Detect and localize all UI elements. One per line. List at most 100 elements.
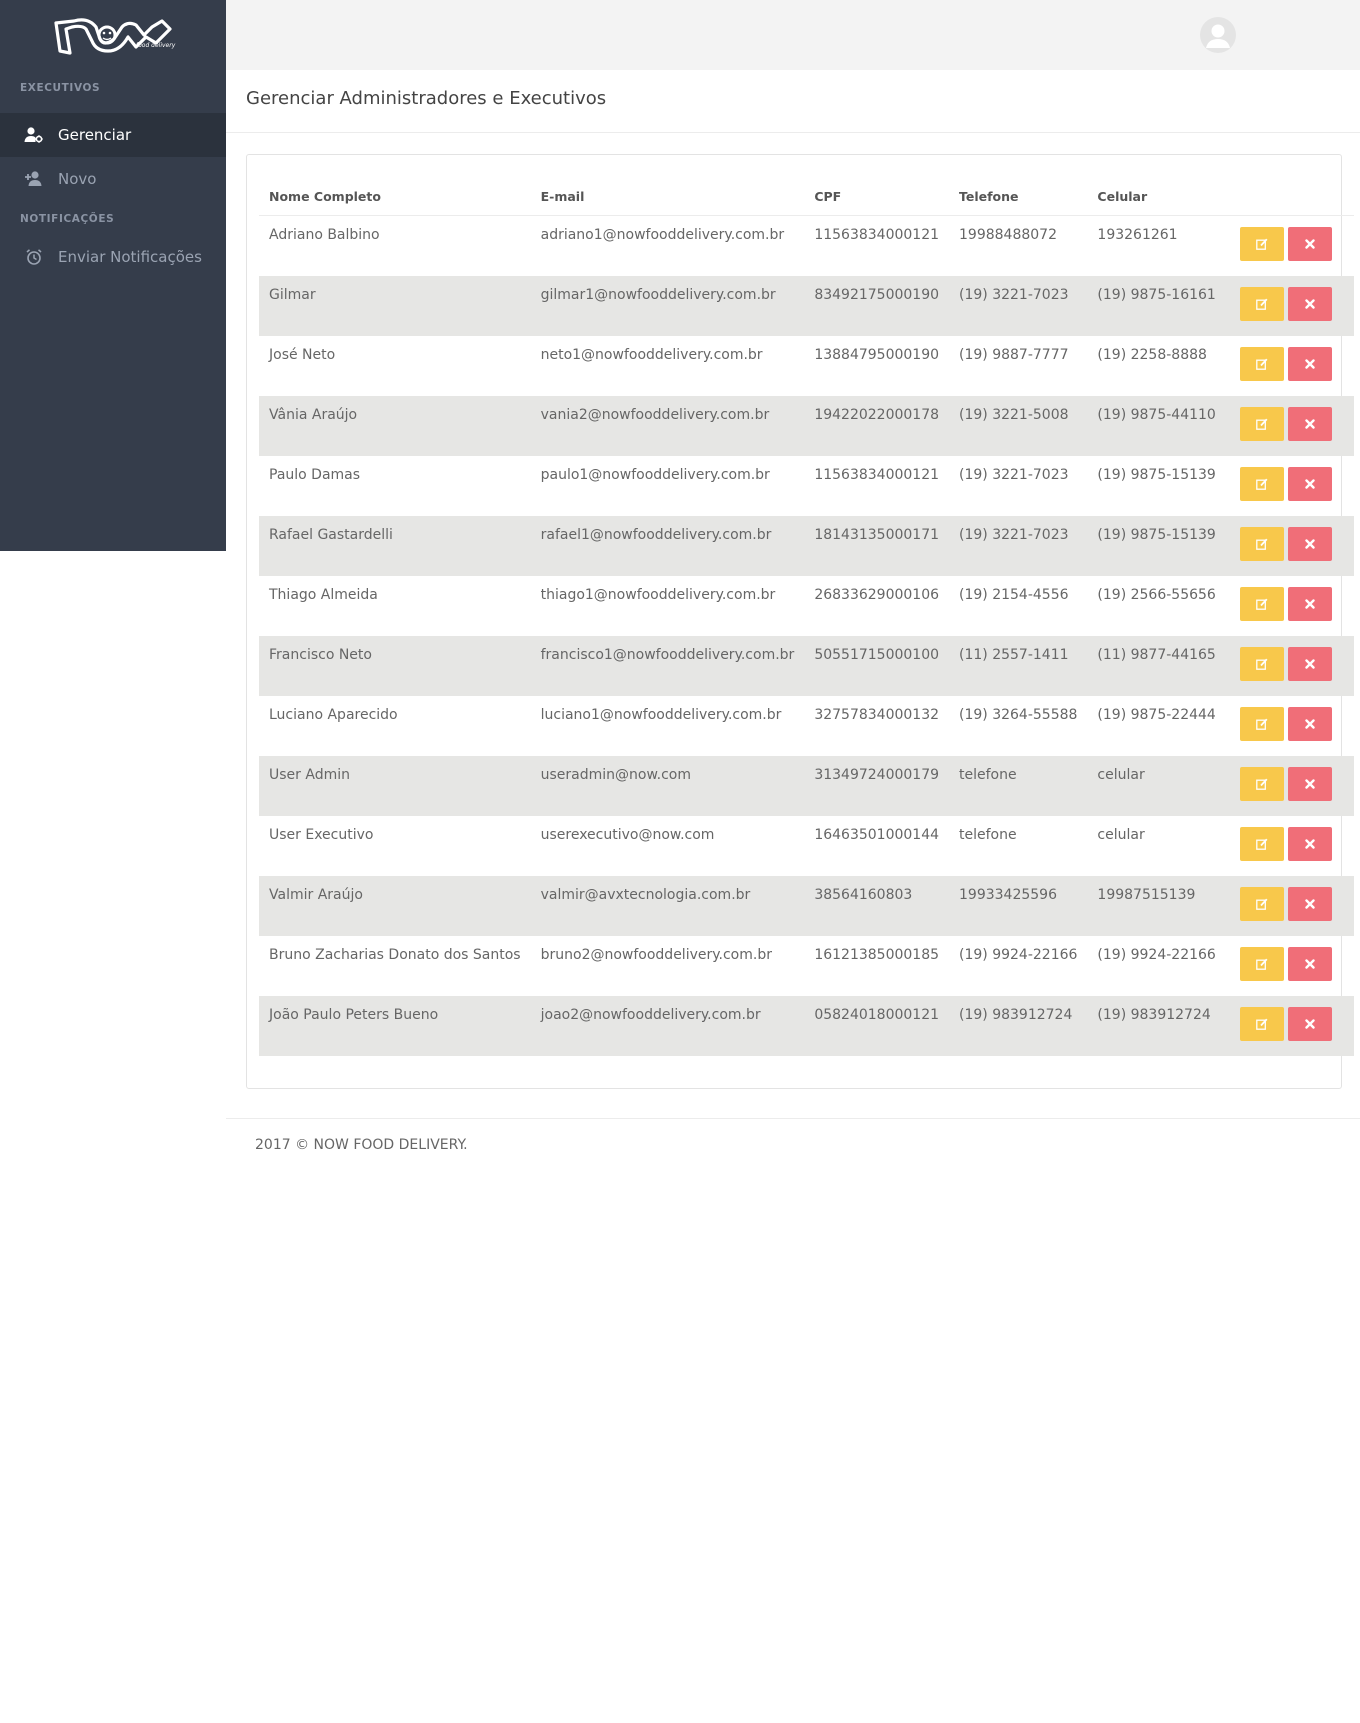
top-bar	[226, 0, 1360, 70]
cell-cpf: 50551715000100	[804, 635, 950, 696]
cell-email: neto1@nowfooddelivery.com.br	[540, 346, 763, 363]
cell-celular: (19) 9875-15139	[1097, 466, 1216, 483]
table-row: Paulo Damas paulo1@nowfooddelivery.com.br…	[259, 456, 1354, 516]
row-actions	[1226, 216, 1354, 276]
column-header-cpf[interactable]: CPF	[804, 177, 950, 216]
table-row: João Paulo Peters Bueno joao2@nowfooddeli…	[259, 995, 1354, 1056]
cell-email: valmir@avxtecnologia.com.br	[530, 875, 805, 936]
delete-button[interactable]	[1287, 886, 1332, 921]
cell-cpf: 83492175000190	[804, 275, 950, 336]
sidebar: food delivery EXECUTIVOS Gerenciar Novo …	[0, 0, 226, 551]
delete-button[interactable]	[1287, 826, 1332, 861]
column-header-telefone[interactable]: Telefone	[949, 177, 1088, 216]
edit-button[interactable]	[1239, 826, 1284, 861]
cell-email: adriano1@nowfooddelivery.com.br	[540, 227, 785, 243]
row-actions	[1225, 275, 1354, 336]
edit-button[interactable]	[1239, 886, 1284, 921]
nav-label-enviar-notificacoes: Enviar Notificações	[58, 248, 202, 266]
delete-button[interactable]	[1287, 406, 1332, 441]
column-header-nome[interactable]: Nome Completo	[259, 177, 531, 216]
nav-item-novo[interactable]: Novo	[0, 157, 226, 201]
delete-button[interactable]	[1287, 526, 1332, 561]
cell-telefone: (19) 9924-22166	[959, 946, 1078, 963]
delete-button[interactable]	[1287, 766, 1332, 801]
cell-telefone: (19) 9887-7777	[959, 346, 1069, 363]
delete-button[interactable]	[1287, 646, 1332, 681]
cell-email: vania2@nowfooddelivery.com.br	[530, 395, 805, 456]
edit-button[interactable]	[1239, 227, 1284, 261]
cell-nome: Francisco Neto	[259, 635, 531, 696]
edit-button[interactable]	[1239, 1006, 1284, 1041]
edit-button[interactable]	[1239, 586, 1284, 621]
delete-button[interactable]	[1287, 286, 1332, 321]
cell-telefone: (19) 2154-4556	[959, 586, 1069, 603]
alarm-clock-icon	[24, 247, 44, 267]
delete-button[interactable]	[1287, 1006, 1332, 1041]
delete-button[interactable]	[1287, 586, 1332, 621]
column-header-email[interactable]: E-mail	[530, 177, 805, 216]
table-row: User Admin useradmin@now.com 3134972400017…	[259, 755, 1354, 816]
cell-celular: (19) 9875-16161	[1087, 275, 1226, 336]
footer-divider	[226, 1118, 1360, 1119]
cell-celular: 19987515139	[1087, 875, 1226, 936]
cell-celular: (19) 983912724	[1087, 995, 1226, 1056]
title-divider	[226, 132, 1360, 133]
table-row: Gilmar gilmar1@nowfooddelivery.com.br 8349…	[259, 275, 1354, 336]
edit-button[interactable]	[1239, 766, 1284, 801]
user-plus-icon	[24, 169, 44, 189]
cell-telefone: (19) 983912724	[949, 995, 1088, 1056]
table-header-row: Nome Completo E-mail CPF Telefone Celula…	[259, 177, 1354, 216]
user-gear-icon	[24, 125, 44, 145]
cell-telefone: (11) 2557-1411	[949, 635, 1088, 696]
delete-button[interactable]	[1287, 466, 1332, 501]
cell-nome: Gilmar	[259, 275, 531, 336]
delete-button[interactable]	[1287, 227, 1332, 261]
row-actions	[1226, 336, 1354, 396]
cell-email: useradmin@now.com	[530, 755, 805, 816]
cell-email: thiago1@nowfooddelivery.com.br	[540, 586, 776, 603]
cell-cpf: 13884795000190	[814, 346, 940, 363]
table-row: Thiago Almeida thiago1@nowfooddelivery.co…	[259, 576, 1354, 636]
cell-celular: celular	[1087, 755, 1226, 816]
cell-telefone: 19933425596	[949, 875, 1088, 936]
table-row: Valmir Araújo valmir@avxtecnologia.com.br…	[259, 875, 1354, 936]
edit-button[interactable]	[1239, 946, 1284, 981]
edit-button[interactable]	[1239, 406, 1284, 441]
brand-logo[interactable]: food delivery	[0, 0, 226, 70]
cell-cpf: 16463501000144	[814, 826, 940, 843]
edit-button[interactable]	[1239, 706, 1284, 741]
cell-celular: (19) 9875-15139	[1087, 515, 1226, 576]
cell-cpf: 11563834000121	[814, 227, 940, 243]
cell-celular: 193261261	[1097, 227, 1178, 243]
page-title: Gerenciar Administradores e Executivos	[246, 88, 607, 109]
row-actions	[1225, 635, 1354, 696]
delete-button[interactable]	[1287, 946, 1332, 981]
user-avatar-icon[interactable]	[1200, 17, 1236, 53]
edit-button[interactable]	[1239, 286, 1284, 321]
cell-cpf: 16121385000185	[814, 946, 940, 963]
delete-button[interactable]	[1287, 346, 1332, 381]
table-row: Rafael Gastardelli rafael1@nowfooddeliver…	[259, 515, 1354, 576]
delete-button[interactable]	[1287, 706, 1332, 741]
cell-telefone: 19988488072	[959, 227, 1057, 243]
cell-cpf: 11563834000121	[814, 466, 940, 483]
table-row: Luciano Aparecido luciano1@nowfooddeliver…	[259, 696, 1354, 756]
cell-cpf: 31349724000179	[804, 755, 950, 816]
edit-button[interactable]	[1239, 466, 1284, 501]
edit-button[interactable]	[1239, 526, 1284, 561]
footer-copyright: 2017 © NOW FOOD DELIVERY.	[255, 1137, 468, 1153]
nav-item-enviar-notificacoes[interactable]: Enviar Notificações	[0, 235, 226, 279]
cell-nome: João Paulo Peters Bueno	[259, 995, 531, 1056]
column-header-celular[interactable]: Celular	[1087, 177, 1226, 216]
nav-item-gerenciar[interactable]: Gerenciar	[0, 113, 226, 157]
cell-cpf: 26833629000106	[814, 586, 940, 603]
edit-button[interactable]	[1239, 346, 1284, 381]
cell-email: bruno2@nowfooddelivery.com.br	[540, 946, 772, 963]
row-actions	[1225, 875, 1354, 936]
edit-button[interactable]	[1239, 646, 1284, 681]
cell-email: joao2@nowfooddelivery.com.br	[530, 995, 805, 1056]
row-actions	[1226, 816, 1354, 876]
cell-cpf: 18143135000171	[804, 515, 950, 576]
cell-celular: celular	[1097, 826, 1145, 843]
cell-celular: (11) 9877-44165	[1087, 635, 1226, 696]
